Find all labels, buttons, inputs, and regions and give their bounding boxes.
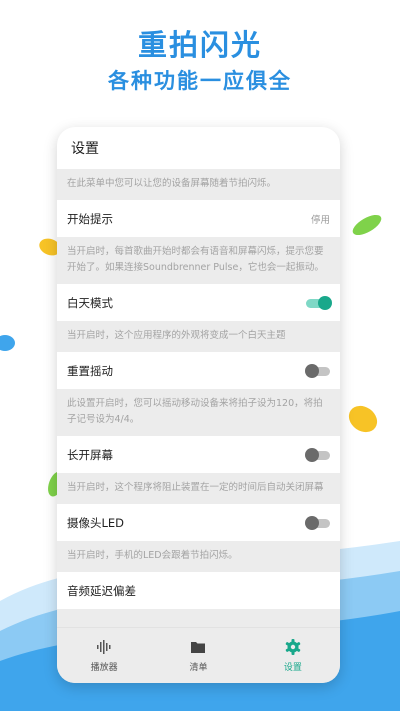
promo-subheadline: 各种功能一应俱全 <box>108 69 292 93</box>
tab-list[interactable]: 清单 <box>151 628 245 683</box>
camera-led-toggle[interactable] <box>305 515 330 530</box>
tab-settings[interactable]: 设置 <box>246 628 340 683</box>
promo-headline: 重拍闪光 <box>137 28 262 62</box>
setting-audio-latency[interactable]: 音频延迟偏差 <box>57 572 340 609</box>
blue-leaf-left <box>0 335 15 351</box>
gear-icon <box>285 639 301 655</box>
setting-label: 音频延迟偏差 <box>67 583 136 598</box>
folder-icon <box>191 642 206 653</box>
setting-label: 重置摇动 <box>67 363 113 378</box>
setting-description: 此设置开启时，您可以摇动移动设备来将拍子设为120，将拍子记号设为4/4。 <box>57 389 340 436</box>
setting-description: 当开启时，每首歌曲开始时都会有语音和屏幕闪烁，提示您要开始了。如果连接Sound… <box>57 237 340 284</box>
day-mode-toggle[interactable] <box>306 295 332 310</box>
phone-screen: 设置 在此菜单中您可以让您的设备屏幕随着节拍闪烁。 开始提示 停用 当开启时，每… <box>57 127 340 683</box>
page-title: 设置 <box>57 127 340 169</box>
setting-description: 当开启时，这个程序将阻止装置在一定的时间后自动关闭屏幕 <box>57 473 340 504</box>
green-leaf-right <box>352 214 382 236</box>
yellow-leaf-right <box>348 405 378 433</box>
setting-camera-led[interactable]: 摄像头LED <box>57 504 340 541</box>
tab-label: 清单 <box>189 663 208 673</box>
setting-start-prompt[interactable]: 开始提示 停用 <box>57 200 340 237</box>
setting-keep-screen-on[interactable]: 长开屏幕 <box>57 436 340 473</box>
setting-day-mode[interactable]: 白天模式 <box>57 284 340 321</box>
setting-description: 当开启时，手机的LED会跟着节拍闪烁。 <box>57 541 340 572</box>
setting-label: 长开屏幕 <box>67 447 113 462</box>
waveform-icon <box>97 640 111 654</box>
keep-screen-on-toggle[interactable] <box>305 447 330 462</box>
setting-label: 白天模式 <box>67 295 113 310</box>
tab-player[interactable]: 播放器 <box>57 628 151 683</box>
bottom-tab-bar: 播放器 清单 设置 <box>57 627 340 683</box>
shake-reset-toggle[interactable] <box>305 363 330 378</box>
setting-label: 开始提示 <box>67 211 113 226</box>
settings-intro: 在此菜单中您可以让您的设备屏幕随着节拍闪烁。 <box>57 169 340 200</box>
setting-shake-reset[interactable]: 重置摇动 <box>57 352 340 389</box>
setting-value: 停用 <box>310 214 330 226</box>
tab-label: 设置 <box>283 663 302 673</box>
setting-label: 摄像头LED <box>67 515 125 530</box>
setting-description: 当开启时，这个应用程序的外观将变成一个白天主题 <box>57 321 340 352</box>
tab-label: 播放器 <box>90 663 118 673</box>
